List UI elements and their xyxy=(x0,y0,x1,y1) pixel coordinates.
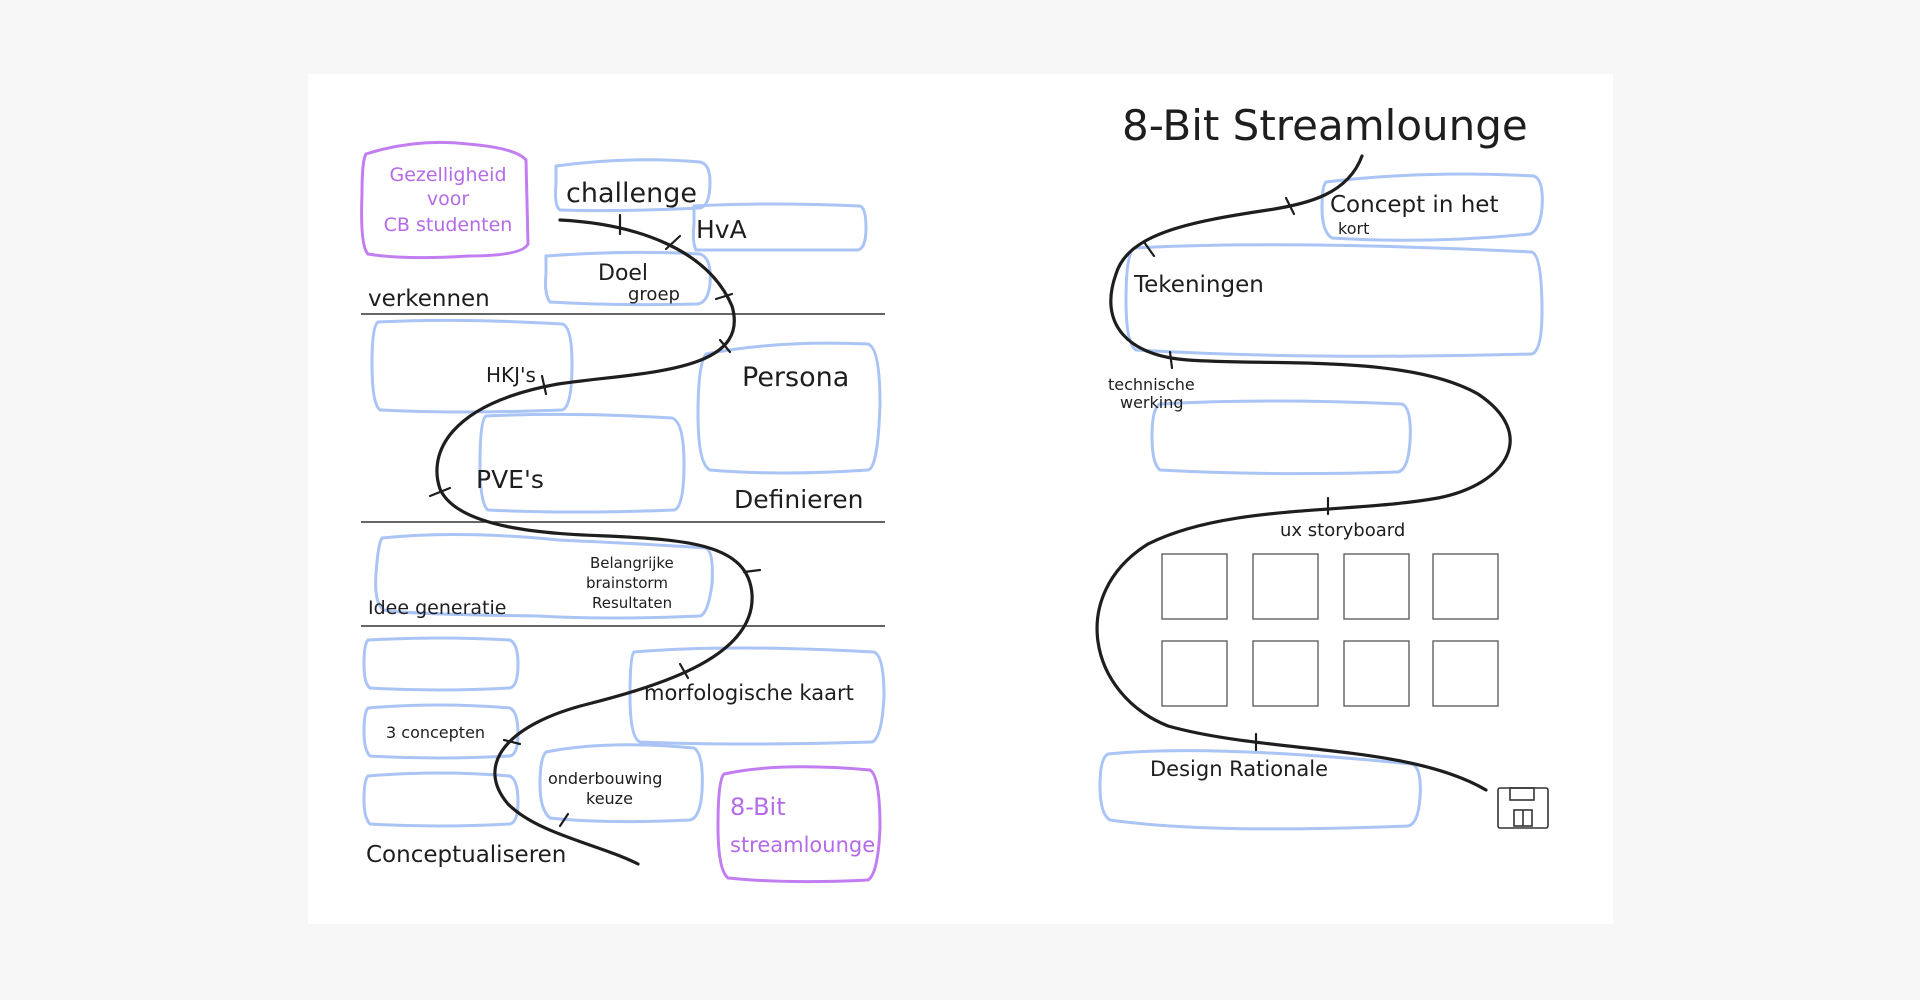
label-brainstorm-1: Belangrijke xyxy=(590,554,674,572)
label-design-rationale: Design Rationale xyxy=(1150,757,1328,781)
storyboard-frame-4 xyxy=(1432,553,1499,620)
storyboard-frame-5 xyxy=(1161,640,1228,707)
storyboard-frame-8 xyxy=(1432,640,1499,707)
label-technische-2: werking xyxy=(1120,393,1184,412)
tekeningen-box xyxy=(1124,243,1544,358)
label-pves: PVE's xyxy=(476,465,544,494)
left-page: Gezelligheid voor CB studenten 8-Bit str… xyxy=(360,140,886,884)
phase-conceptualiseren: Conceptualiseren xyxy=(366,842,566,868)
phase-definieren: Definieren xyxy=(734,485,864,514)
start-box-line3: CB studenten xyxy=(384,214,513,236)
label-storyboard: ux storyboard xyxy=(1280,520,1405,541)
technische-box xyxy=(1150,399,1412,476)
label-drie-concepten: 3 concepten xyxy=(386,723,485,742)
storyboard-frame-3 xyxy=(1343,553,1410,620)
label-doelgroep-2: groep xyxy=(628,284,680,305)
label-challenge: challenge xyxy=(566,178,697,209)
storyboard-frame-2 xyxy=(1252,553,1319,620)
label-onderbouwing-2: keuze xyxy=(586,789,633,808)
pves-box xyxy=(478,412,686,514)
label-tekeningen: Tekeningen xyxy=(1133,272,1264,298)
sketch-sheet: Gezelligheid voor CB studenten 8-Bit str… xyxy=(308,74,1613,924)
process-diagram: Gezelligheid voor CB studenten 8-Bit str… xyxy=(360,101,1549,884)
tick-brainstorm xyxy=(742,568,762,574)
storyboard-frame-1 xyxy=(1161,553,1228,620)
right-page-title: 8-Bit Streamlounge xyxy=(1122,101,1528,150)
floppy-disk-icon xyxy=(1497,787,1549,829)
label-hva: HvA xyxy=(696,215,747,244)
label-morfologische: morfologische kaart xyxy=(644,681,854,705)
concept-box-1 xyxy=(362,636,520,692)
label-persona: Persona xyxy=(742,362,849,393)
end-box-line2: streamlounge xyxy=(730,833,875,857)
storyboard-grid xyxy=(1161,553,1499,707)
storyboard-frame-6 xyxy=(1252,640,1319,707)
tick-technische xyxy=(1168,350,1174,370)
label-brainstorm-2: brainstorm xyxy=(586,574,668,592)
label-concept-kort-2: kort xyxy=(1338,219,1369,238)
tick-tekeningen xyxy=(1142,240,1156,258)
end-box xyxy=(716,765,882,884)
storyboard-frame-7 xyxy=(1343,640,1410,707)
label-doelgroep-1: Doel xyxy=(598,261,648,286)
phase-idee-generatie: Idee generatie xyxy=(368,597,506,619)
label-hkjs: HKJ's xyxy=(486,363,536,387)
hkjs-box xyxy=(370,318,574,414)
start-box-line1: Gezelligheid xyxy=(389,164,506,186)
phase-verkennen: verkennen xyxy=(368,286,490,312)
end-box-line1: 8-Bit xyxy=(730,793,786,821)
label-brainstorm-3: Resultaten xyxy=(592,594,672,612)
label-concept-kort-1: Concept in het xyxy=(1330,192,1498,218)
label-onderbouwing-1: onderbouwing xyxy=(548,769,662,788)
right-page: 8-Bit Streamlounge Concept in het kort T… xyxy=(1095,101,1549,831)
label-technische-1: technische xyxy=(1108,375,1195,394)
start-box-line2: voor xyxy=(427,188,469,210)
